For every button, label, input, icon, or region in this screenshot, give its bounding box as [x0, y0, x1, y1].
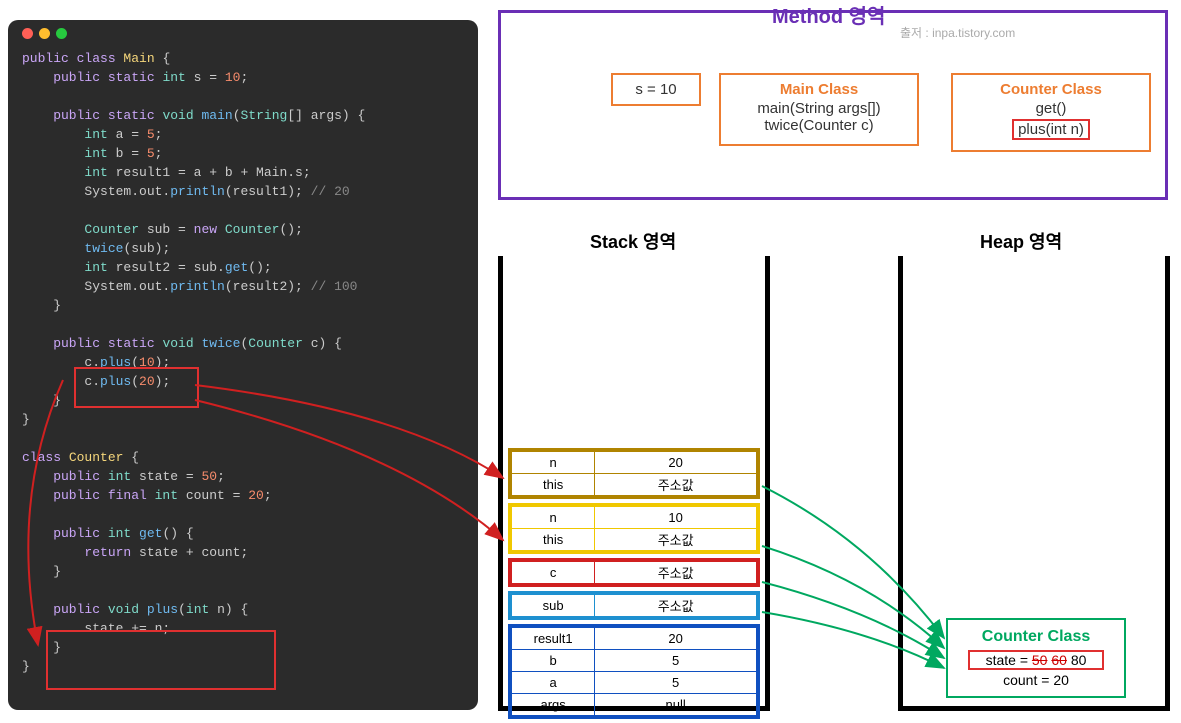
stack-cell: this	[512, 474, 595, 496]
stack-frame: sub주소값	[508, 591, 760, 620]
stack-cell: 주소값	[595, 562, 757, 584]
plus-method-highlight: plus(int n)	[1012, 119, 1090, 140]
heap-state-field: state = 50 60 80	[968, 650, 1104, 670]
counter-class-box: Counter Class get() plus(int n)	[951, 73, 1151, 152]
stack-cell: 주소값	[595, 474, 757, 496]
stack-cell: a	[512, 672, 595, 694]
stack-frame: n20this주소값	[508, 448, 760, 499]
heap-state-current: 80	[1071, 652, 1087, 668]
minimize-dot-icon	[39, 28, 50, 39]
heap-instance-header: Counter Class	[968, 628, 1104, 646]
stack-cell: args	[512, 694, 595, 716]
code-highlight-plus-method	[46, 630, 276, 690]
main-class-header: Main Class	[725, 81, 913, 98]
heap-state-label: state =	[986, 652, 1032, 668]
maximize-dot-icon	[56, 28, 67, 39]
close-dot-icon	[22, 28, 33, 39]
stack-frame: n10this주소값	[508, 503, 760, 554]
stack-cell: n	[512, 452, 595, 474]
stack-cell: sub	[512, 595, 595, 617]
main-method-line: main(String args[])	[725, 100, 913, 117]
code-editor-panel: public class Main { public static int s …	[8, 20, 478, 710]
stack-cell: 주소값	[595, 595, 757, 617]
stack-area-title: Stack 영역	[590, 228, 676, 254]
window-dots	[22, 28, 464, 39]
heap-counter-instance: Counter Class state = 50 60 80 count = 2…	[946, 618, 1126, 698]
stack-cell: 5	[595, 672, 757, 694]
static-var-box: s = 10	[611, 73, 701, 106]
stack-cell: c	[512, 562, 595, 584]
heap-count-field: count = 20	[968, 672, 1104, 688]
code-highlight-plus-calls	[74, 367, 199, 408]
stack-cell: b	[512, 650, 595, 672]
stack-cell: result1	[512, 628, 595, 650]
stack-cell: 20	[595, 628, 757, 650]
stack-cell: n	[512, 507, 595, 529]
heap-area-title: Heap 영역	[980, 228, 1062, 254]
stack-frame: c주소값	[508, 558, 760, 587]
source-code: public class Main { public static int s …	[22, 49, 464, 676]
get-method-line: get()	[957, 100, 1145, 117]
twice-method-line: twice(Counter c)	[725, 117, 913, 134]
counter-class-header: Counter Class	[957, 81, 1145, 98]
stack-cell: null	[595, 694, 757, 716]
stack-cell: 20	[595, 452, 757, 474]
main-class-box: Main Class main(String args[]) twice(Cou…	[719, 73, 919, 146]
method-area: s = 10 Main Class main(String args[]) tw…	[498, 10, 1168, 200]
stack-cell: 주소값	[595, 529, 757, 551]
stack-cell: this	[512, 529, 595, 551]
stack-frame: result120b5a5argsnull	[508, 624, 760, 719]
heap-state-old2: 60	[1051, 652, 1067, 668]
stack-frames: n20this주소값n10this주소값c주소값sub주소값result120b…	[508, 448, 760, 723]
static-var-value: s = 10	[617, 81, 695, 98]
heap-state-old1: 50	[1032, 652, 1048, 668]
stack-cell: 5	[595, 650, 757, 672]
stack-cell: 10	[595, 507, 757, 529]
